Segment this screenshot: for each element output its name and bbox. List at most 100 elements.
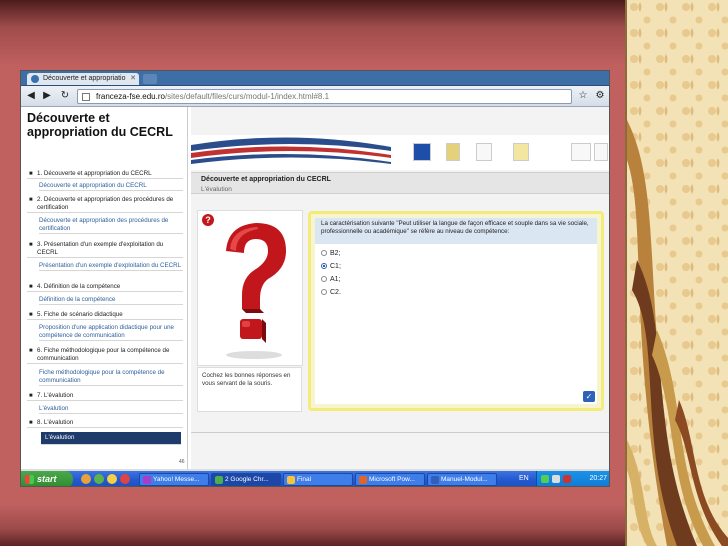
bullet-icon: ■ bbox=[29, 312, 33, 318]
sidebar-subitem-5[interactable]: Proposition d'une application didactique… bbox=[39, 324, 183, 341]
tray-antivirus-icon[interactable] bbox=[563, 475, 571, 483]
taskbar-final-folder[interactable]: Final bbox=[283, 473, 353, 486]
sidebar-subitem-7[interactable]: L'évalution bbox=[39, 405, 183, 414]
radio-button[interactable] bbox=[321, 289, 327, 295]
bullet-icon: ■ bbox=[29, 420, 33, 426]
module-title-bar: Découverte et appropriation du CECRL L'é… bbox=[191, 172, 609, 194]
tray-network-icon[interactable] bbox=[541, 475, 549, 483]
sidebar-item-2[interactable]: ■ 2. Découverte et appropriation des proc… bbox=[27, 196, 183, 213]
partner-logo-2 bbox=[513, 143, 529, 161]
system-tray: EN 20:27 bbox=[519, 471, 609, 486]
navigation-bar: ◀ ▶ ↻ franceza-fse.edu.ro/sites/default/… bbox=[21, 86, 609, 107]
sidebar-item-7[interactable]: ■ 7. L'évalution bbox=[27, 392, 183, 401]
web-page: Découverte et appropriation du CECRL ■ 1.… bbox=[21, 107, 609, 469]
wrench-icon[interactable]: ⚙ bbox=[594, 90, 606, 102]
quicklaunch-firefox-icon[interactable] bbox=[81, 474, 91, 484]
quicklaunch-chrome-icon[interactable] bbox=[94, 474, 104, 484]
help-icon[interactable]: ? bbox=[202, 214, 214, 226]
page-counter: 46 bbox=[179, 459, 185, 465]
illustration-panel: ? bbox=[197, 210, 303, 366]
browser-tab[interactable]: Découverte et appropriatio ✕ bbox=[27, 73, 139, 85]
partner-logo-4 bbox=[594, 143, 608, 161]
bullet-icon: ■ bbox=[29, 171, 33, 177]
sidebar-subitem-3[interactable]: Présentation d'un exemple d'exploitation… bbox=[39, 262, 183, 271]
bullet-icon: ■ bbox=[29, 393, 33, 399]
banner-stripes bbox=[191, 137, 391, 164]
taskbar-powerpoint[interactable]: Microsoft Pow... bbox=[355, 473, 425, 486]
sidebar-title: Découverte et appropriation du CECRL bbox=[27, 111, 173, 139]
chrome-icon bbox=[215, 476, 223, 484]
sidebar-item-5[interactable]: ■ 5. Fiche de scénario didactique bbox=[27, 311, 183, 320]
option-c1[interactable]: C1; bbox=[321, 263, 341, 270]
course-sidebar: Découverte et appropriation du CECRL ■ 1.… bbox=[21, 107, 188, 469]
back-arrow-icon[interactable]: ◀ bbox=[25, 90, 37, 102]
bullet-icon: ■ bbox=[29, 348, 33, 354]
quiz-panel: La caractérisation suivante "Peut utilis… bbox=[308, 211, 604, 411]
start-button[interactable]: start bbox=[21, 471, 73, 486]
sidebar-subitem-1[interactable]: Découverte et appropriation du CECRL bbox=[39, 182, 183, 191]
sidebar-subitem-4[interactable]: Définition de la compétence bbox=[39, 296, 183, 305]
sidebar-item-4[interactable]: ■ 4. Définition de la compétence bbox=[27, 283, 183, 292]
question-mark-illustration bbox=[226, 223, 286, 359]
sidebar-subitem-6[interactable]: Fiche méthodologique pour la compétence … bbox=[39, 369, 183, 386]
taskbar-google-chrome[interactable]: 2 Google Chr... bbox=[211, 473, 281, 486]
eu-flag-logo bbox=[413, 143, 431, 161]
module-title: Découverte et appropriation du CECRL bbox=[201, 176, 331, 183]
language-indicator[interactable]: EN bbox=[519, 475, 529, 482]
radio-button-selected[interactable] bbox=[321, 263, 327, 269]
forward-arrow-icon[interactable]: ▶ bbox=[41, 90, 53, 102]
address-bar[interactable]: franceza-fse.edu.ro/sites/default/files/… bbox=[77, 89, 572, 104]
tab-bar: Découverte et appropriatio ✕ bbox=[21, 71, 609, 86]
word-icon bbox=[431, 476, 439, 484]
section-title: L'évalution bbox=[201, 186, 232, 193]
submit-check-button[interactable]: ✓ bbox=[583, 391, 595, 402]
quiz-body: La caractérisation suivante "Peut utilis… bbox=[315, 218, 597, 404]
close-tab-icon[interactable]: ✕ bbox=[130, 74, 136, 82]
windows-logo-icon bbox=[25, 475, 34, 484]
browser-window: Découverte et appropriatio ✕ ◀ ▶ ↻ franc… bbox=[20, 70, 610, 487]
url-host: franceza-fse.edu.ro bbox=[96, 92, 165, 101]
option-a1[interactable]: A1; bbox=[321, 276, 341, 283]
sidebar-item-6[interactable]: ■ 6. Fiche méthodologique pour la compéte… bbox=[27, 347, 183, 364]
main-content: Découverte et appropriation du CECRL L'é… bbox=[191, 107, 609, 469]
tab-title: Découverte et appropriatio bbox=[43, 75, 126, 82]
bullet-icon: ■ bbox=[29, 197, 33, 203]
course-banner bbox=[191, 135, 609, 170]
content-divider bbox=[191, 432, 609, 433]
sidebar-item-8[interactable]: ■ 8. L'évalution bbox=[27, 419, 183, 428]
windows-taskbar: start Yahoo! Messe... 2 Google Chr... Fi… bbox=[21, 471, 609, 486]
tray-volume-icon[interactable] bbox=[552, 475, 560, 483]
reload-icon[interactable]: ↻ bbox=[59, 90, 71, 102]
new-tab-button[interactable] bbox=[143, 74, 157, 84]
powerpoint-icon bbox=[359, 476, 367, 484]
yahoo-icon bbox=[143, 476, 151, 484]
quicklaunch-media-icon[interactable] bbox=[120, 474, 130, 484]
favicon-icon bbox=[31, 75, 39, 83]
option-b2[interactable]: B2; bbox=[321, 250, 341, 257]
quicklaunch-folder-icon[interactable] bbox=[107, 474, 117, 484]
sidebar-subitem-2[interactable]: Découverte et appropriation des procédur… bbox=[39, 217, 183, 234]
taskbar-manuel-modul[interactable]: Manuel-Modul... bbox=[427, 473, 497, 486]
bullet-icon: ■ bbox=[29, 242, 33, 248]
url-path: /sites/default/files/curs/modul-1/index.… bbox=[164, 92, 330, 101]
bullet-icon: ■ bbox=[29, 284, 33, 290]
radio-button[interactable] bbox=[321, 276, 327, 282]
taskbar-yahoo-messenger[interactable]: Yahoo! Messe... bbox=[139, 473, 209, 486]
question-text: La caractérisation suivante "Peut utilis… bbox=[315, 218, 597, 244]
partner-logo-3 bbox=[571, 143, 591, 161]
sidebar-subitem-8-active[interactable]: L'évalution bbox=[41, 432, 181, 445]
clock: 20:27 bbox=[589, 475, 607, 482]
page-icon bbox=[82, 93, 90, 101]
radio-button[interactable] bbox=[321, 250, 327, 256]
instruction-text: Cochez les bonnes réponses en vous serva… bbox=[197, 367, 302, 412]
sidebar-item-1[interactable]: ■ 1. Découverte et appropriation du CECRL bbox=[27, 170, 183, 179]
option-c2[interactable]: C2. bbox=[321, 289, 341, 296]
slide-bottom-shadow bbox=[0, 505, 625, 546]
bookmark-star-icon[interactable]: ☆ bbox=[577, 90, 589, 102]
decorative-pattern bbox=[627, 0, 728, 546]
partner-logo-1 bbox=[476, 143, 492, 161]
decorative-side-panel bbox=[625, 0, 728, 546]
sidebar-item-3[interactable]: ■ 3. Présentation d'un exemple d'exploita… bbox=[27, 241, 183, 258]
romania-coat-logo bbox=[446, 143, 460, 161]
folder-icon bbox=[287, 476, 295, 484]
